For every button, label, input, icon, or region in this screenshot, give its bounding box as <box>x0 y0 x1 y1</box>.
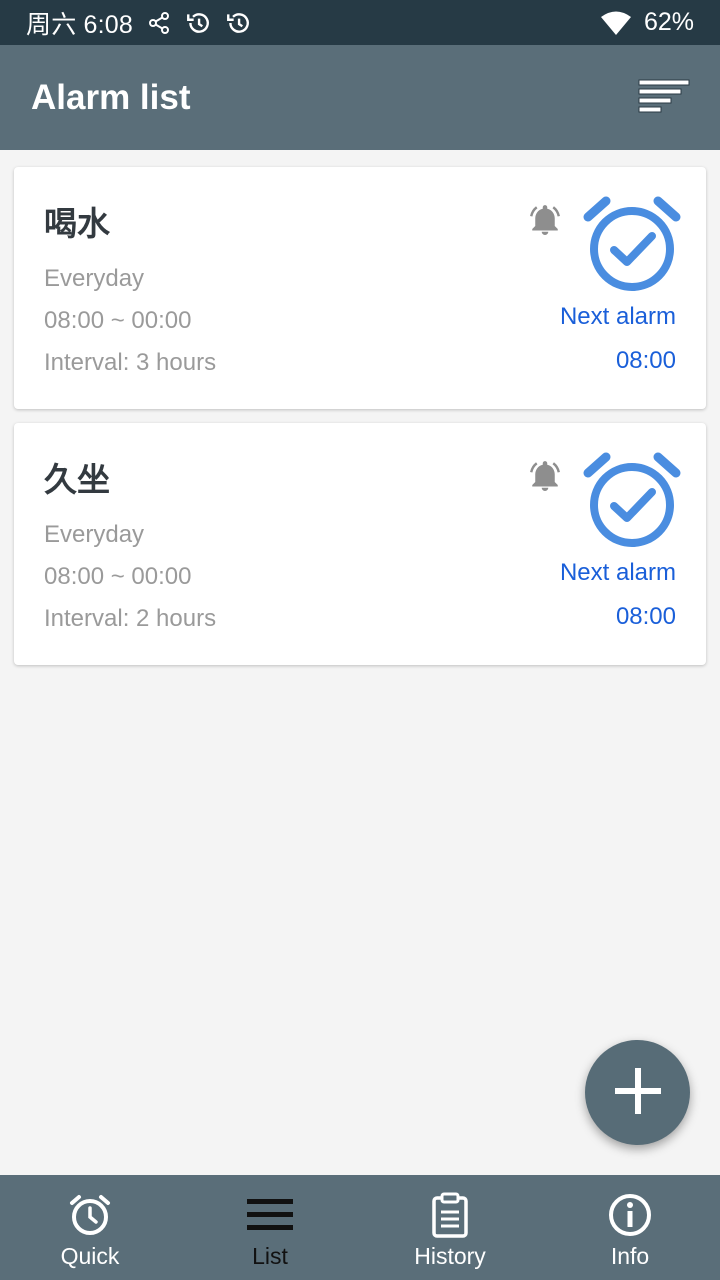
alarm-list: 喝水 Everyday 08:00 ~ 00:00 Interval: 3 ho… <box>14 167 706 679</box>
alarm-repeat: Everyday <box>44 521 145 548</box>
nav-label: Info <box>610 1243 650 1269</box>
bell-icon[interactable] <box>526 457 564 495</box>
alarm-repeat: Everyday <box>44 265 145 292</box>
alarm-title: 久坐 <box>44 460 110 499</box>
status-time: 周六 6:08 <box>26 10 134 39</box>
plus-icon <box>613 1066 663 1120</box>
info-icon <box>606 1191 654 1239</box>
nav-item-list[interactable]: List <box>180 1175 360 1280</box>
bottom-navigation: Quick List History Info <box>0 1175 720 1280</box>
clipboard-icon <box>426 1191 474 1239</box>
wifi-icon <box>600 10 632 36</box>
nav-item-history[interactable]: History <box>360 1175 540 1280</box>
alarm-list-screen: 周六 6:08 62% Alarm list 喝水 Everyday 08:00… <box>0 0 720 1280</box>
next-alarm-label: Next alarm <box>559 303 676 330</box>
next-alarm-time: 08:00 <box>615 347 676 374</box>
nav-label: History <box>414 1243 486 1269</box>
sort-icon <box>638 78 690 118</box>
nav-label: List <box>252 1243 288 1269</box>
battery-percentage: 62% <box>643 8 694 36</box>
alarm-card[interactable]: 久坐 Everyday 08:00 ~ 00:00 Interval: 2 ho… <box>14 423 706 665</box>
nav-label: Quick <box>60 1243 120 1269</box>
nav-item-quick[interactable]: Quick <box>0 1175 180 1280</box>
alarm-time-range: 08:00 ~ 00:00 <box>44 563 192 590</box>
bell-icon[interactable] <box>526 201 564 239</box>
alarm-check-icon[interactable] <box>582 193 682 293</box>
nav-item-info[interactable]: Info <box>540 1175 720 1280</box>
status-right: 62% <box>600 8 694 37</box>
history-icon <box>225 10 251 36</box>
alarm-clock-icon <box>66 1191 114 1239</box>
history-icon <box>185 10 211 36</box>
add-alarm-button[interactable] <box>585 1040 690 1145</box>
list-icon <box>246 1191 294 1239</box>
next-alarm-time: 08:00 <box>615 603 676 630</box>
alarm-title: 喝水 <box>44 204 110 243</box>
page-title: Alarm list <box>31 77 191 117</box>
sort-button[interactable] <box>634 68 694 128</box>
alarm-check-icon[interactable] <box>582 449 682 549</box>
alarm-time-range: 08:00 ~ 00:00 <box>44 307 192 334</box>
status-bar: 周六 6:08 62% <box>0 0 720 45</box>
alarm-interval: Interval: 3 hours <box>44 349 217 376</box>
app-bar: Alarm list <box>0 45 720 150</box>
alarm-card[interactable]: 喝水 Everyday 08:00 ~ 00:00 Interval: 3 ho… <box>14 167 706 409</box>
status-left: 周六 6:08 <box>26 5 251 41</box>
alarm-interval: Interval: 2 hours <box>44 605 217 632</box>
share-icon <box>147 11 171 35</box>
next-alarm-label: Next alarm <box>559 559 676 586</box>
